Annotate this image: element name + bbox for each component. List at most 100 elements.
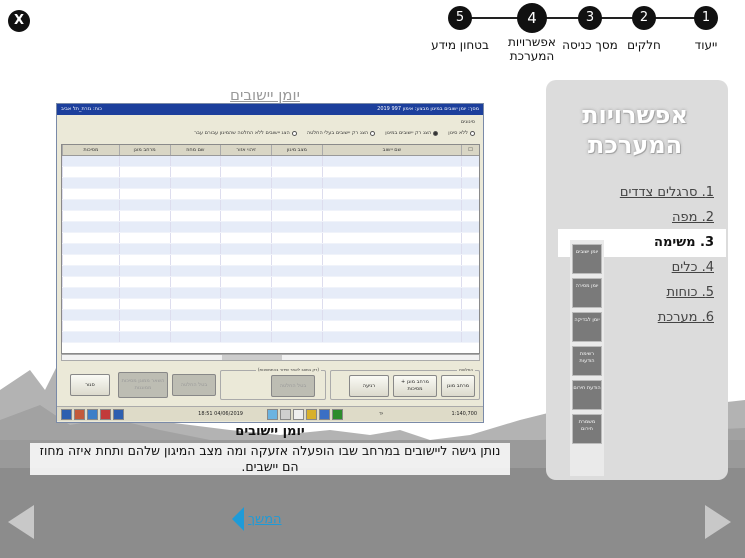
filter-label: הצג יישובים ללא החלטה שהמיגון עבורם עבר	[194, 130, 290, 136]
table-cell	[321, 222, 461, 232]
table-cell	[271, 167, 322, 177]
table-row[interactable]	[62, 178, 479, 189]
emergency-shift-icon[interactable]: משמרת חירום	[572, 414, 602, 444]
column-header[interactable]: שם מחוז	[169, 145, 221, 155]
continue-button[interactable]: המשך	[232, 506, 282, 532]
column-header[interactable]: זיהוי אזור	[220, 145, 271, 155]
filter-label: הצג רק יישובים במיגון	[385, 130, 432, 136]
tool-icon[interactable]	[100, 409, 111, 420]
emergency-message-icon[interactable]: הודעת חירום	[572, 380, 602, 410]
table-cell	[169, 332, 221, 342]
close-button[interactable]: X	[8, 10, 30, 32]
table-cell	[62, 167, 119, 177]
table-cell	[118, 266, 170, 276]
table-row[interactable]	[62, 189, 479, 200]
table-row[interactable]	[62, 299, 479, 310]
horizontal-scrollbar[interactable]	[61, 354, 480, 361]
cancel-decision-button[interactable]: בטל החלטה	[271, 375, 315, 397]
table-row[interactable]	[62, 277, 479, 288]
filter-option[interactable]: הצג רק יישובים בעלי החלטה	[307, 130, 376, 136]
status-icon[interactable]	[319, 409, 330, 420]
step-3[interactable]: 3 מסך כניסה	[560, 6, 620, 52]
column-header[interactable]: מרחב מוגן	[118, 145, 170, 155]
tool-icon[interactable]	[61, 409, 72, 420]
filter-option[interactable]: הצג רק יישובים במיגון	[385, 130, 439, 136]
menu-item-forces[interactable]: 5. כוחות	[600, 280, 720, 305]
table-row[interactable]	[62, 211, 479, 222]
table-cell	[321, 332, 461, 342]
table-row[interactable]	[62, 310, 479, 321]
column-header[interactable]: מסיכות	[62, 145, 119, 155]
step-2[interactable]: 2 חלקים	[614, 6, 674, 52]
step-number: 5	[448, 6, 472, 30]
caption-text: נותן גישה ליישובים במרחב שבו הופעלה אזעק…	[30, 443, 510, 475]
filter-option[interactable]: ללא סינון	[448, 130, 475, 136]
table-cell	[220, 255, 271, 265]
protected-area-button[interactable]: מרחב מוגן	[441, 375, 475, 397]
tool-icon[interactable]	[113, 409, 124, 420]
select-all-checkbox[interactable]: ☐	[461, 145, 479, 155]
menu-item-tools[interactable]: 4. כלים	[600, 255, 720, 280]
table-row[interactable]	[62, 156, 479, 167]
table-row[interactable]	[62, 167, 479, 178]
next-arrow-icon[interactable]	[705, 505, 731, 539]
table-row[interactable]	[62, 200, 479, 211]
status-icon[interactable]	[293, 409, 304, 420]
tool-icon[interactable]	[74, 409, 85, 420]
warning-icon[interactable]	[306, 409, 317, 420]
status-icon[interactable]	[332, 409, 343, 420]
table-cell	[220, 310, 271, 320]
protected-area-masks-button[interactable]: מרחב מוגן + מסיכות	[393, 375, 437, 397]
previous-arrow-icon[interactable]	[8, 505, 34, 539]
routine-button[interactable]: רגיעה	[349, 375, 389, 397]
table-cell	[62, 233, 119, 243]
menu-item-map[interactable]: 2. מפה	[600, 205, 720, 230]
radio-icon	[291, 130, 297, 136]
tool-icon[interactable]	[87, 409, 98, 420]
step-4[interactable]: 4 אפשרויות המערכת	[502, 3, 562, 63]
table-cell	[461, 156, 479, 166]
radio-icon	[470, 130, 475, 136]
table-cell	[118, 277, 170, 287]
scrollbar-thumb[interactable]	[222, 355, 282, 360]
settlements-log-icon[interactable]: יומן ישובים	[572, 244, 602, 274]
column-header[interactable]: מצב מיגון	[271, 145, 322, 155]
table-row[interactable]	[62, 222, 479, 233]
table-row[interactable]	[62, 244, 479, 255]
table-cell	[220, 288, 271, 298]
column-header[interactable]: שם יישוב	[321, 145, 461, 155]
step-1[interactable]: 1 ייעוד	[676, 6, 736, 52]
keep-protected-button[interactable]: השאר ממוגן מסיכות ממוגנות	[118, 372, 168, 398]
table-row[interactable]	[62, 332, 479, 343]
filter-option[interactable]: הצג יישובים ללא החלטה שהמיגון עבורם עבר	[194, 130, 297, 136]
step-5[interactable]: 5 בטחון מידע	[430, 6, 490, 52]
table-cell	[220, 299, 271, 309]
table-row[interactable]	[62, 288, 479, 299]
menu-item-system[interactable]: 6. מערכת	[600, 305, 720, 330]
table-row[interactable]	[62, 321, 479, 332]
step-label: אפשרויות המערכת	[508, 35, 556, 63]
app-title-left: כוח: גזרת_תל אביב	[61, 106, 102, 112]
table-cell	[220, 244, 271, 254]
table-row[interactable]	[62, 266, 479, 277]
table-cell	[169, 156, 221, 166]
table-cell	[118, 156, 170, 166]
table-row[interactable]	[62, 233, 479, 244]
status-icon[interactable]	[280, 409, 291, 420]
handover-log-icon[interactable]: יומן מסירה	[572, 278, 602, 308]
table-cell	[321, 299, 461, 309]
menu-item-task[interactable]: 3. משימה	[600, 230, 720, 255]
table-row[interactable]	[62, 255, 479, 266]
status-icon[interactable]	[267, 409, 278, 420]
cancel-decision-button-2[interactable]: בטל החלטה	[172, 374, 216, 396]
messages-list-icon[interactable]: רשימת הודעות	[572, 346, 602, 376]
app-screenshot: מסך: יומן ישובים במיגון מבצע: אימון 997 …	[56, 103, 484, 423]
step-navigation: 5 בטחון מידע 4 אפשרויות המערכת 3 מסך כני…	[430, 3, 730, 76]
table-cell	[461, 321, 479, 331]
table-cell	[62, 189, 119, 199]
table-cell	[220, 321, 271, 331]
menu-item-side-bars[interactable]: 1. סרגלים צדדים	[600, 180, 720, 205]
close-app-button[interactable]: סגור	[70, 374, 110, 396]
filter-group-label: סינונים	[460, 119, 475, 125]
check-log-icon[interactable]: יומן לבדיקה	[572, 312, 602, 342]
